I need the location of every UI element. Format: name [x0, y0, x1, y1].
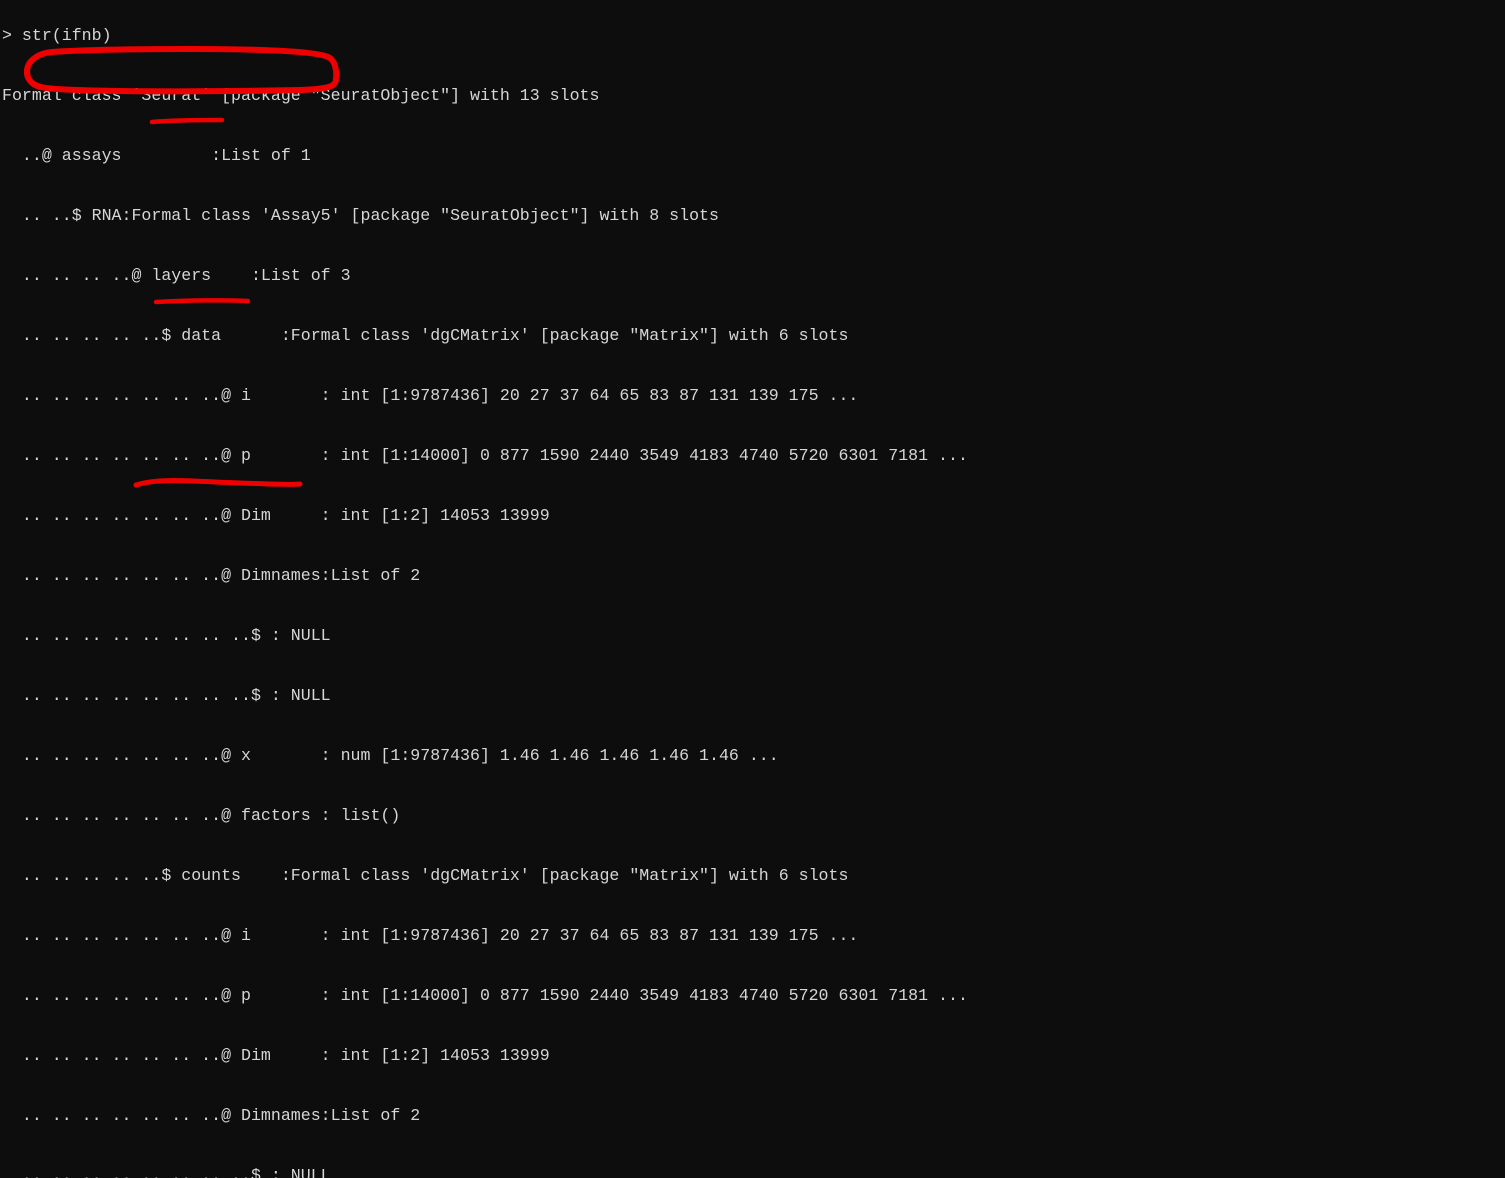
console-line: .. .. .. .. .. .. ..@ i : int [1:9787436…	[2, 926, 859, 945]
console-line: > str(ifnb)	[2, 26, 112, 45]
console-line: .. .. .. .. .. .. ..@ p : int [1:14000] …	[2, 986, 968, 1005]
console-line: .. .. .. .. .. .. ..@ Dimnames:List of 2	[2, 566, 421, 585]
console-line: .. .. .. .. .. .. ..@ factors : list()	[2, 806, 401, 825]
console-line: .. .. .. .. ..$ data :Formal class 'dgCM…	[2, 326, 849, 345]
console-line: .. .. .. .. ..$ counts :Formal class 'dg…	[2, 866, 849, 885]
console-line: .. .. .. .. .. .. ..@ Dim : int [1:2] 14…	[2, 1046, 550, 1065]
console-line: .. .. .. .. .. .. .. ..$ : NULL	[2, 626, 331, 645]
console-line: .. ..$ RNA:Formal class 'Assay5' [packag…	[2, 206, 719, 225]
console-line: .. .. .. .. .. .. ..@ x : num [1:9787436…	[2, 746, 779, 765]
console-line: .. .. .. .. .. .. ..@ p : int [1:14000] …	[2, 446, 968, 465]
console-line: Formal class 'Seurat' [package "SeuratOb…	[2, 86, 600, 105]
console-line: .. .. .. .. .. .. .. ..$ : NULL	[2, 686, 331, 705]
r-console-output[interactable]: > str(ifnb) Formal class 'Seurat' [packa…	[0, 0, 1505, 1178]
console-line: .. .. .. .. .. .. ..@ i : int [1:9787436…	[2, 386, 859, 405]
console-line: .. .. .. .. .. .. ..@ Dim : int [1:2] 14…	[2, 506, 550, 525]
console-line: .. .. .. ..@ layers :List of 3	[2, 266, 351, 285]
console-line: .. .. .. .. .. .. .. ..$ : NULL	[2, 1166, 331, 1178]
console-line: .. .. .. .. .. .. ..@ Dimnames:List of 2	[2, 1106, 421, 1125]
console-line: ..@ assays :List of 1	[2, 146, 311, 165]
console-text-lines: > str(ifnb) Formal class 'Seurat' [packa…	[0, 0, 1505, 1178]
